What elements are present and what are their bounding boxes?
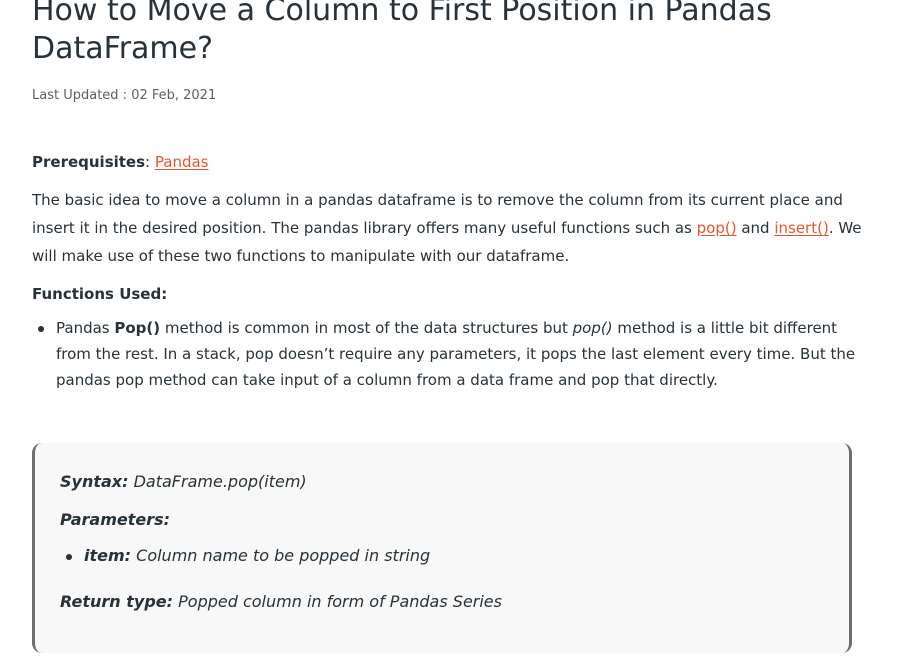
pandas-prerequisite-link[interactable]: Pandas (155, 153, 209, 171)
syntax-value: DataFrame.pop(item) (128, 472, 307, 491)
pop-method-name: Pop() (114, 319, 161, 337)
pandas-pop-description: Pandas Pop() method is common in most of… (38, 315, 862, 393)
description-paragraph: The basic idea to move a column in a pan… (32, 186, 862, 270)
functions-used-label: Functions Used: (32, 285, 168, 303)
parameter-name: item: (84, 546, 132, 565)
functions-used-heading: Functions Used: (32, 280, 862, 308)
article-content: Prerequisites: Pandas The basic idea to … (32, 148, 862, 393)
parameters-label: Parameters: (60, 510, 171, 529)
pop-method-italic: pop() (572, 319, 613, 337)
page-title: How to Move a Column to First Position i… (32, 0, 772, 66)
syntax-info-box: Syntax: DataFrame.pop(item) Parameters: … (32, 443, 852, 653)
prerequisites-separator: : (145, 153, 155, 171)
functions-list: Pandas Pop() method is common in most of… (32, 315, 862, 393)
return-type-label: Return type: (60, 592, 174, 611)
insert-function-link[interactable]: insert() (774, 219, 828, 237)
description-and-text: and (736, 219, 775, 237)
prerequisites-line: Prerequisites: Pandas (32, 148, 862, 176)
return-type-value: Popped column in form of Pandas Series (173, 592, 502, 611)
return-type-line: Return type: Popped column in form of Pa… (60, 589, 824, 615)
prerequisites-label: Prerequisites (32, 153, 146, 171)
parameter-description: Column name to be popped in string (131, 546, 431, 565)
syntax-label: Syntax: (60, 472, 129, 491)
parameter-item: item: Column name to be popped in string (66, 543, 824, 569)
article: How to Move a Column to First Position i… (0, 0, 906, 665)
last-updated-date: Last Updated : 02 Feb, 2021 (32, 88, 217, 103)
function-bullet-middle: method is common in most of the data str… (160, 319, 573, 337)
parameters-heading: Parameters: (60, 507, 824, 533)
syntax-line: Syntax: DataFrame.pop(item) (60, 469, 824, 495)
pop-function-link[interactable]: pop() (697, 219, 737, 237)
parameters-list: item: Column name to be popped in string (60, 543, 824, 569)
function-bullet-prefix: Pandas (56, 319, 115, 337)
